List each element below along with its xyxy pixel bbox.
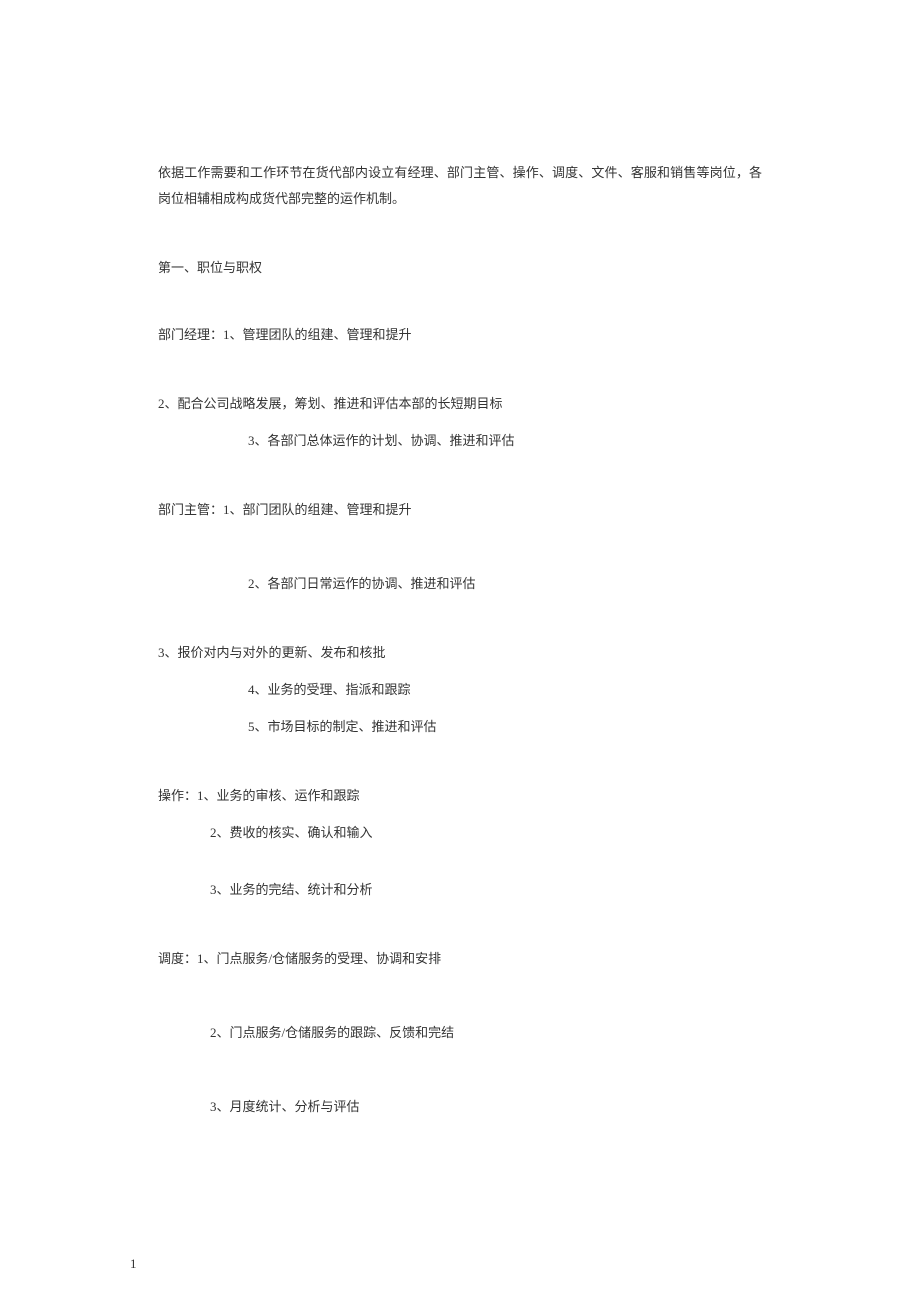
operation-title: 操作：1、业务的审核、运作和跟踪 <box>158 785 762 804</box>
section-title: 第一、职位与职权 <box>158 257 762 276</box>
supervisor-title: 部门主管：1、部门团队的组建、管理和提升 <box>158 499 762 518</box>
manager-line2: 2、配合公司战略发展，筹划、推进和评估本部的长短期目标 <box>158 393 762 412</box>
supervisor-line3: 3、报价对内与对外的更新、发布和核批 <box>158 642 762 661</box>
dispatch-line2: 2、门点服务/仓储服务的跟踪、反馈和完结 <box>210 1022 762 1041</box>
supervisor-line2: 2、各部门日常运作的协调、推进和评估 <box>248 573 762 592</box>
intro-paragraph: 依据工作需要和工作环节在货代部内设立有经理、部门主管、操作、调度、文件、客服和销… <box>158 160 762 212</box>
supervisor-line5: 5、市场目标的制定、推进和评估 <box>248 716 762 735</box>
operation-line2: 2、费收的核实、确认和输入 <box>210 822 762 841</box>
page-number: 1 <box>130 1256 137 1272</box>
operation-line3: 3、业务的完结、统计和分析 <box>210 879 762 898</box>
manager-title: 部门经理：1、管理团队的组建、管理和提升 <box>158 324 762 343</box>
supervisor-line4: 4、业务的受理、指派和跟踪 <box>248 679 762 698</box>
dispatch-line3: 3、月度统计、分析与评估 <box>210 1096 762 1115</box>
dispatch-title: 调度：1、门点服务/仓储服务的受理、协调和安排 <box>158 948 762 967</box>
manager-line3: 3、各部门总体运作的计划、协调、推进和评估 <box>248 430 762 449</box>
